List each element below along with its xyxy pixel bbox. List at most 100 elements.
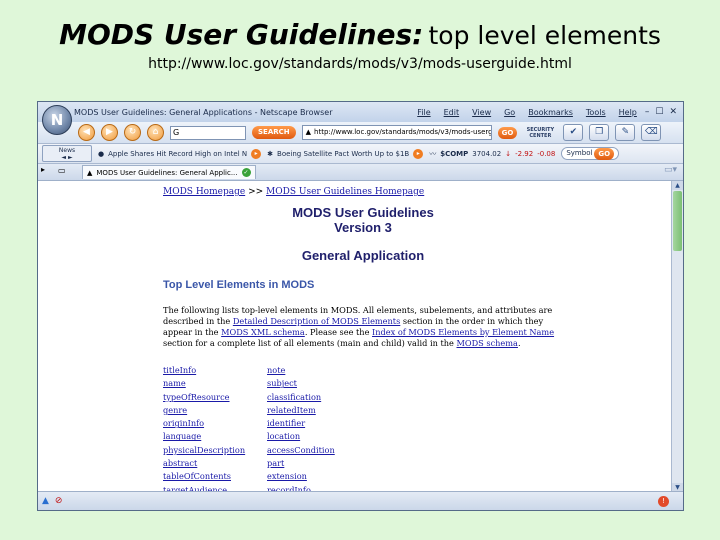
checkmark-icon[interactable]: ✔ — [563, 124, 584, 141]
mods-xml-schema-link[interactable]: MODS XML schema — [221, 327, 305, 337]
news-source-icon: ✱ — [267, 149, 274, 158]
page-title: MODS User Guidelines Version 3 — [163, 205, 563, 235]
menu-view[interactable]: View — [472, 108, 491, 117]
tab-scroll-icon[interactable]: ▸ — [41, 165, 45, 174]
headline-boeing[interactable]: ✱ Boeing Satellite Pact Worth Up to $1B … — [267, 148, 424, 159]
news-widget[interactable]: News ◄ ► — [42, 145, 92, 162]
popup-blocker-icon[interactable]: ⊘ — [55, 496, 63, 506]
element-link[interactable]: titleInfo — [163, 365, 267, 376]
reload-icon[interactable]: ↻ — [124, 124, 141, 141]
netscape-logo-icon[interactable]: N — [42, 105, 72, 135]
connection-icon[interactable]: ▲ — [42, 496, 49, 506]
element-link[interactable]: typeOfResource — [163, 392, 267, 403]
element-link[interactable]: classification — [267, 392, 417, 403]
minimize-icon[interactable]: – — [645, 107, 650, 117]
news-arrows-icon[interactable]: ◄ ► — [43, 154, 91, 161]
new-tab-icon[interactable]: ▭ — [58, 166, 66, 175]
para-text-5: . — [517, 338, 521, 348]
personal-toolbar: News ◄ ► ● Apple Shares Hit Record High … — [38, 144, 683, 164]
vertical-scrollbar[interactable]: ▲ ▼ — [671, 181, 683, 492]
element-link[interactable]: abstract — [163, 458, 267, 469]
menu-bookmarks[interactable]: Bookmarks — [528, 108, 573, 117]
address-text: http://www.loc.gov/standards/mods/v3/mod… — [314, 128, 492, 136]
maximize-icon[interactable]: ☐ — [655, 107, 663, 117]
element-link[interactable]: relatedItem — [267, 405, 417, 416]
site-icon: ▲ — [305, 128, 312, 136]
eraser-icon[interactable]: ⌫ — [641, 124, 662, 141]
element-link[interactable]: extension — [267, 471, 417, 482]
security-center-button[interactable]: SECURITY CENTER — [523, 127, 557, 139]
headline-go-icon[interactable]: ▸ — [413, 148, 424, 159]
menu-edit[interactable]: Edit — [444, 108, 460, 117]
element-link[interactable]: part — [267, 458, 417, 469]
breadcrumb-home-link[interactable]: MODS Homepage — [163, 187, 245, 197]
menu-file[interactable]: File — [417, 108, 430, 117]
tab-bar: ▸ ▭ ▲ MODS User Guidelines: General Appl… — [38, 164, 683, 181]
element-link[interactable]: accessCondition — [267, 445, 417, 456]
stock-pct: -0.08 — [537, 149, 556, 158]
slide-title-main: MODS User Guidelines: — [59, 18, 424, 51]
back-icon[interactable]: ◀ — [78, 124, 95, 141]
element-link[interactable]: subject — [267, 378, 417, 389]
symbol-input[interactable]: Symbol GO — [561, 147, 620, 160]
breadcrumb: MODS Homepage >> MODS User Guidelines Ho… — [163, 187, 563, 197]
headline-apple-text: Apple Shares Hit Record High on Intel N — [108, 149, 248, 158]
stock-change: -2.92 — [515, 149, 534, 158]
headline-apple[interactable]: ● Apple Shares Hit Record High on Intel … — [98, 148, 262, 159]
menu-help[interactable]: Help — [619, 108, 637, 117]
down-arrow-icon: ↓ — [505, 149, 512, 158]
stock-ticker[interactable]: 〰 $COMP 3704.02 ↓ -2.92 -0.08 — [429, 149, 555, 159]
tab-list-icon[interactable]: ▭▾ — [664, 165, 677, 175]
element-link[interactable]: originInfo — [163, 418, 267, 429]
alert-icon[interactable]: ! — [658, 496, 669, 507]
menu-bar: File Edit View Go Bookmarks Tools Help — [417, 108, 637, 117]
navigation-toolbar: ◀ ▶ ↻ ⌂ G SEARCH ▲ http://www.loc.gov/st… — [38, 122, 683, 144]
element-link[interactable]: identifier — [267, 418, 417, 429]
scroll-up-icon[interactable]: ▲ — [672, 181, 683, 190]
element-link[interactable]: location — [267, 431, 417, 442]
site-icon: ▲ — [87, 168, 93, 177]
section-heading: Top Level Elements in MODS — [163, 279, 315, 291]
menu-go[interactable]: Go — [504, 108, 515, 117]
detailed-description-link[interactable]: Detailed Description of MODS Elements — [233, 316, 400, 326]
element-link[interactable]: tableOfContents — [163, 471, 267, 482]
address-bar[interactable]: ▲ http://www.loc.gov/standards/mods/v3/m… — [301, 125, 492, 140]
symbol-label: Symbol — [566, 149, 593, 157]
home-icon[interactable]: ⌂ — [147, 124, 164, 141]
go-button[interactable]: GO — [497, 126, 518, 139]
element-link[interactable]: genre — [163, 405, 267, 416]
breadcrumb-separator: >> — [248, 187, 264, 197]
search-input[interactable]: G — [170, 125, 246, 140]
stock-value: 3704.02 — [472, 149, 502, 158]
intro-paragraph: The following lists top-level elements i… — [163, 305, 563, 349]
mods-schema-link[interactable]: MODS schema — [457, 338, 518, 348]
forward-icon[interactable]: ▶ — [101, 124, 118, 141]
windows-icon[interactable]: ❐ — [589, 124, 610, 141]
scrollbar-thumb[interactable] — [673, 191, 682, 251]
news-label: News — [58, 147, 76, 154]
para-text-4: section for a complete list of all eleme… — [163, 338, 457, 348]
element-link[interactable]: physicalDescription — [163, 445, 267, 456]
tab-label: MODS User Guidelines: General Applic... — [96, 168, 238, 177]
shield-check-icon: ✓ — [241, 168, 251, 177]
browser-window: N MODS User Guidelines: General Applicat… — [37, 101, 684, 511]
element-link[interactable]: language — [163, 431, 267, 442]
stock-symbol: $COMP — [440, 149, 469, 158]
headline-go-icon[interactable]: ▸ — [251, 148, 262, 159]
slide-url: http://www.loc.gov/standards/mods/v3/mod… — [148, 56, 572, 72]
status-bar: ▲ ⊘ ! — [38, 491, 683, 510]
apple-icon: ● — [98, 149, 105, 158]
pencil-icon[interactable]: ✎ — [615, 124, 636, 141]
tab-mods-guidelines[interactable]: ▲ MODS User Guidelines: General Applic..… — [82, 165, 256, 179]
slide-title: MODS User Guidelines: top level elements — [0, 18, 720, 51]
stock-chart-icon: 〰 — [429, 149, 437, 158]
symbol-go-button[interactable]: GO — [594, 147, 615, 160]
element-link[interactable]: note — [267, 365, 417, 376]
element-list: titleInfo note name subject typeOfResource… — [163, 365, 563, 492]
element-link[interactable]: name — [163, 378, 267, 389]
search-button[interactable]: SEARCH — [252, 126, 296, 139]
breadcrumb-guidelines-link[interactable]: MODS User Guidelines Homepage — [266, 187, 424, 197]
index-of-elements-link[interactable]: Index of MODS Elements by Element Name — [372, 327, 554, 337]
menu-tools[interactable]: Tools — [586, 108, 606, 117]
close-icon[interactable]: ✕ — [669, 107, 677, 117]
